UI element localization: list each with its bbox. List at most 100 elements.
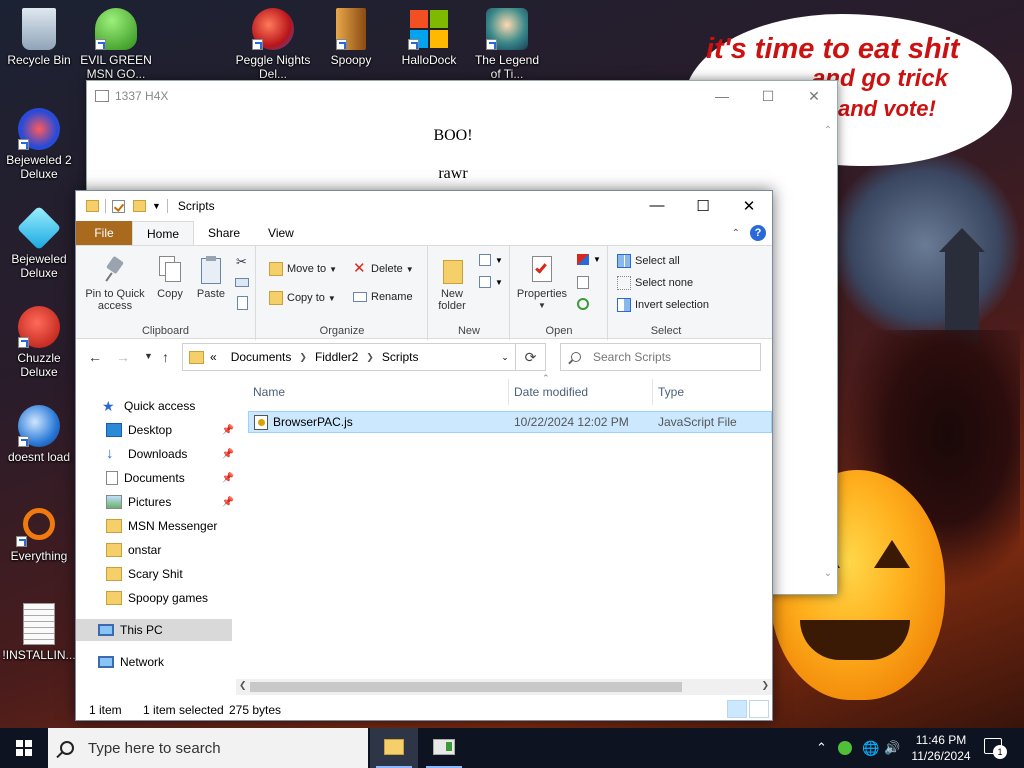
- chevron-right-icon[interactable]: ❯: [366, 352, 374, 363]
- nav-item-pictures[interactable]: Pictures 📌: [76, 491, 236, 513]
- speaker-icon[interactable]: 🔊: [884, 728, 900, 768]
- column-divider[interactable]: [652, 379, 653, 405]
- copy-to-button[interactable]: Copy to ▼: [269, 291, 336, 305]
- copy-path-icon[interactable]: [235, 278, 249, 287]
- taskbar-app-file-explorer[interactable]: [370, 728, 418, 768]
- minimize-icon[interactable]: —: [699, 88, 745, 105]
- breadcrumb-overflow[interactable]: «: [210, 350, 217, 364]
- move-to-button[interactable]: Move to ▼: [269, 262, 337, 276]
- column-divider[interactable]: [508, 379, 509, 405]
- horizontal-scrollbar[interactable]: ❮ ❯: [236, 679, 772, 695]
- tab-file[interactable]: File: [76, 221, 132, 245]
- chevron-down-icon[interactable]: ▼: [495, 256, 503, 265]
- select-all-button[interactable]: Select all: [617, 254, 680, 268]
- column-header-name[interactable]: Name: [253, 385, 285, 399]
- file-explorer-window[interactable]: ▼ Scripts — ☐ ✕ File Home Share View ⌃ ?…: [75, 190, 773, 721]
- scroll-right-icon[interactable]: ❯: [761, 680, 769, 691]
- scroll-thumb[interactable]: [250, 682, 682, 692]
- nav-item-msn-messenger[interactable]: MSN Messenger: [76, 515, 236, 537]
- nav-quick-access[interactable]: ★ Quick access: [76, 395, 236, 417]
- rename-button[interactable]: Rename: [353, 291, 413, 303]
- maximize-icon[interactable]: ☐: [680, 197, 726, 215]
- delete-button[interactable]: ✕ Delete ▼: [353, 261, 414, 276]
- edit-icon[interactable]: [577, 276, 589, 289]
- breadcrumb-item[interactable]: Documents: [231, 350, 292, 364]
- tab-share[interactable]: Share: [194, 221, 254, 245]
- open-icon[interactable]: [577, 254, 589, 265]
- nav-network[interactable]: Network: [76, 651, 236, 673]
- chevron-down-icon[interactable]: ▼: [152, 201, 161, 211]
- scroll-left-icon[interactable]: ❮: [239, 680, 247, 691]
- invert-selection-button[interactable]: Invert selection: [617, 298, 709, 312]
- nav-item-documents[interactable]: Documents 📌: [76, 467, 236, 489]
- taskbar-app-1337-h4x[interactable]: [420, 728, 468, 768]
- paste-shortcut-icon[interactable]: [237, 296, 248, 310]
- properties-quick-icon[interactable]: [112, 199, 125, 213]
- large-icons-view-icon[interactable]: [749, 700, 769, 718]
- desktop-icon-doesnt-load[interactable]: doesnt load: [1, 405, 77, 464]
- new-folder-button[interactable]: New folder: [433, 256, 471, 312]
- easy-access-icon[interactable]: [479, 276, 491, 288]
- desktop-icon-spoopy[interactable]: Spoopy: [313, 8, 389, 67]
- paste-button[interactable]: Paste: [193, 256, 229, 300]
- select-none-button[interactable]: Select none: [617, 276, 693, 290]
- help-icon[interactable]: ?: [750, 225, 766, 241]
- column-header-date[interactable]: Date modified: [514, 385, 588, 399]
- pin-icon[interactable]: 📌: [222, 425, 234, 436]
- nav-item-downloads[interactable]: ↓ Downloads 📌: [76, 443, 236, 465]
- system-clock[interactable]: 11:46 PM 11/26/2024: [904, 732, 978, 764]
- chevron-up-icon[interactable]: ⌃: [816, 728, 827, 768]
- search-input[interactable]: Search Scripts: [560, 343, 761, 371]
- column-header-type[interactable]: Type: [658, 385, 684, 399]
- nav-item-desktop[interactable]: Desktop 📌: [76, 419, 236, 441]
- desktop-icon-bejeweled-2[interactable]: Bejeweled 2 Deluxe: [1, 108, 77, 181]
- explorer-titlebar[interactable]: ▼ Scripts — ☐ ✕: [76, 191, 772, 221]
- start-button[interactable]: [0, 728, 48, 768]
- chevron-up-icon[interactable]: ⌃: [732, 228, 740, 239]
- nav-item-scary-shit[interactable]: Scary Shit: [76, 563, 236, 585]
- pin-icon[interactable]: 📌: [222, 473, 234, 484]
- desktop-icon-evil-green-msn[interactable]: EVIL GREEN MSN GO...: [78, 8, 154, 81]
- scroll-down-icon[interactable]: ⌄: [822, 568, 834, 580]
- maximize-icon[interactable]: ☐: [745, 88, 791, 105]
- desktop-icon-installing[interactable]: !INSTALLIN...: [1, 603, 77, 662]
- desktop-icon-legend[interactable]: The Legend of Ti...: [469, 8, 545, 81]
- minimize-icon[interactable]: —: [634, 197, 680, 215]
- address-bar[interactable]: « Documents ❯ Fiddler2 ❯ Scripts ⌄: [182, 343, 516, 371]
- nav-item-onstar[interactable]: onstar: [76, 539, 236, 561]
- scroll-up-icon[interactable]: ⌃: [822, 125, 834, 137]
- close-icon[interactable]: ✕: [791, 88, 837, 105]
- nav-this-pc[interactable]: This PC: [76, 619, 232, 641]
- vertical-scrollbar[interactable]: ⌃ ⌄: [819, 111, 837, 594]
- action-center-icon[interactable]: 1: [984, 738, 1007, 759]
- desktop-icon-chuzzle[interactable]: Chuzzle Deluxe: [1, 306, 77, 379]
- details-view-icon[interactable]: [727, 700, 747, 718]
- close-icon[interactable]: ✕: [726, 197, 772, 215]
- window-titlebar[interactable]: 1337 H4X — ☐ ✕: [87, 81, 837, 111]
- chevron-down-icon[interactable]: ▼: [495, 278, 503, 287]
- tab-home[interactable]: Home: [132, 221, 195, 245]
- properties-button[interactable]: Properties ▼: [513, 256, 571, 312]
- new-folder-quick-icon[interactable]: [133, 200, 146, 212]
- breadcrumb-item[interactable]: Fiddler2: [315, 350, 358, 364]
- refresh-button[interactable]: ⟳: [516, 343, 546, 371]
- back-arrow-icon[interactable]: ←: [88, 349, 102, 365]
- breadcrumb-item[interactable]: Scripts: [382, 350, 419, 364]
- chevron-down-icon[interactable]: ⌄: [495, 352, 515, 363]
- chevron-right-icon[interactable]: ❯: [299, 352, 307, 363]
- desktop-icon-peggle-nights[interactable]: Peggle Nights Del...: [235, 8, 311, 81]
- forward-arrow-icon[interactable]: →: [116, 349, 130, 365]
- history-icon[interactable]: [577, 298, 589, 310]
- desktop-icon-bejeweled[interactable]: Bejeweled Deluxe: [1, 205, 77, 280]
- file-row-selected[interactable]: BrowserPAC.js 10/22/2024 12:02 PM JavaSc…: [248, 411, 772, 433]
- language-globe-icon[interactable]: 🌐: [862, 728, 879, 768]
- desktop-icon-everything[interactable]: Everything: [1, 504, 77, 563]
- desktop-icon-hallodock[interactable]: HalloDock: [391, 8, 467, 67]
- pin-to-quick-access-button[interactable]: Pin to Quick access: [82, 255, 148, 312]
- taskbar-search-input[interactable]: Type here to search: [48, 728, 368, 768]
- recent-locations-icon[interactable]: ▼: [144, 351, 153, 361]
- pin-icon[interactable]: 📌: [222, 497, 234, 508]
- copy-button[interactable]: Copy: [152, 256, 188, 300]
- nav-item-spoopy-games[interactable]: Spoopy games: [76, 587, 236, 609]
- new-item-icon[interactable]: [479, 254, 491, 266]
